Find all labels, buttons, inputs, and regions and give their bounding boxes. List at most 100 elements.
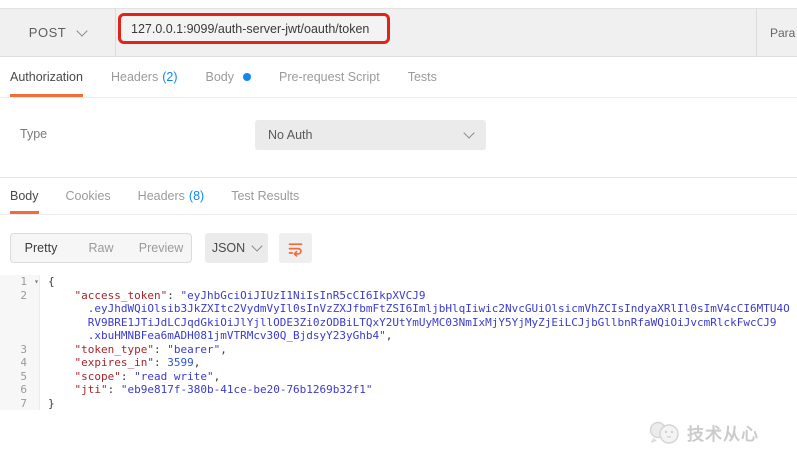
request-tab-tests[interactable]: Tests — [408, 57, 437, 97]
view-mode-group: Pretty Raw Preview — [10, 233, 192, 263]
line-number-gutter: 5 — [0, 369, 40, 383]
code-token-plain: : — [107, 383, 121, 396]
request-tab-pre-request-script[interactable]: Pre-request Script — [279, 57, 380, 97]
response-format-select[interactable]: JSON — [205, 233, 268, 263]
line-number-gutter — [0, 329, 40, 343]
code-token-plain: : — [153, 342, 168, 356]
line-number-gutter — [0, 315, 40, 329]
view-mode-preview[interactable]: Preview — [131, 234, 191, 262]
auth-type-label: Type — [20, 127, 48, 141]
request-tab-authorization[interactable]: Authorization — [10, 57, 83, 97]
code-token-plain: : — [120, 369, 135, 383]
tab-label: Body — [205, 70, 235, 84]
code-token-plain: : — [167, 288, 181, 302]
method-select[interactable]: POST — [0, 8, 116, 57]
request-tab-headers[interactable]: Headers (2) — [111, 57, 178, 97]
tab-label: Pre-request Script — [279, 70, 380, 84]
request-tabs: Authorization Headers (2) Body Pre-request S… — [0, 57, 797, 98]
code-token-plain: , — [385, 329, 393, 342]
line-number-gutter: 6 — [0, 383, 40, 397]
watermark: 技术从心 — [648, 419, 759, 446]
code-line: 2 "access_token": "eyJhbGciOiJIUzI1NiIsI… — [0, 288, 797, 303]
code-token-str: "read write" — [134, 369, 214, 383]
code-line: 4 "expires_in": 3599, — [0, 356, 797, 370]
url-text: 127.0.0.1:9099/auth-server-jwt/oauth/tok… — [131, 21, 370, 36]
code-token-plain: } — [48, 396, 55, 410]
tab-label: Body — [10, 189, 39, 203]
request-tab-body[interactable]: Body — [205, 57, 251, 97]
unsaved-dot-icon — [243, 73, 251, 81]
tab-label: Headers — [137, 189, 185, 203]
code-token-plain: { — [48, 275, 55, 288]
code-text: RV9BRE1JTiJdLCJqdGkiOiJlYjllODE3Zi0zODBi… — [40, 316, 777, 330]
tab-label: Test Results — [231, 189, 300, 203]
tab-label: Tests — [407, 70, 437, 84]
code-text: "jti": "eb9e817f-380b-41ce-be20-76b1269b… — [40, 383, 373, 397]
code-token-str: "eyJhbGciOiJIUzI1NiIsInR5cCI6IkpXVCJ9 — [180, 288, 426, 302]
code-line: .eyJhdWQiOlsib3JkZXItc2VydmVyIl0sInVzZXJ… — [0, 302, 797, 316]
code-token-num: 3599 — [167, 356, 194, 369]
params-button[interactable]: Para — [756, 8, 795, 57]
auth-type-select[interactable]: No Auth — [255, 120, 486, 150]
code-token-plain: : — [153, 356, 168, 369]
code-line: 7} — [0, 396, 797, 410]
response-tab-body[interactable]: Body — [10, 178, 39, 214]
code-line: .xbuHMNBFea6mADH081jmVTRMcv30Q_BjdsyY23y… — [0, 329, 797, 343]
line-number: 4 — [20, 356, 27, 369]
postman-window: POST 127.0.0.1:9099/auth-server-jwt/oaut… — [0, 0, 797, 468]
line-number: 2 — [20, 288, 27, 302]
code-token-str: "bearer" — [167, 342, 221, 356]
code-token-plain: , — [220, 342, 227, 356]
tab-count-badge: (8) — [188, 189, 205, 203]
wrap-text-button[interactable] — [279, 233, 312, 263]
code-text: .xbuHMNBFea6mADH081jmVTRMcv30Q_BjdsyY23y… — [40, 329, 393, 343]
code-token-str: .xbuHMNBFea6mADH081jmVTRMcv30Q_BjdsyY23y… — [87, 329, 386, 342]
line-number: 5 — [20, 369, 27, 383]
response-body-viewer: 1 ▾ {2 "access_token": "eyJhbGciOiJIUzI1Ni… — [0, 271, 797, 410]
code-line: 1 ▾ { — [0, 275, 797, 289]
code-text: { — [40, 275, 55, 289]
code-token-str: .eyJhdWQiOlsib3JkZXItc2VydmVyIl0sInVzZXJ… — [87, 302, 790, 315]
code-text: "scope": "read write", — [40, 369, 221, 384]
chevron-down-icon — [251, 240, 263, 252]
code-token-str: RV9BRE1JTiJdLCJqdGkiOiJlYjllODE3Zi0zODBi… — [87, 315, 777, 329]
response-tab-cookies[interactable]: Cookies — [66, 178, 111, 214]
fold-toggle-icon[interactable]: ▾ — [34, 275, 39, 289]
url-input[interactable]: 127.0.0.1:9099/auth-server-jwt/oauth/tok… — [118, 13, 390, 44]
code-token-str: "eb9e817f-380b-41ce-be20-76b1269b32f1" — [120, 383, 373, 396]
wrap-text-icon — [287, 240, 304, 257]
code-line: 6 "jti": "eb9e817f-380b-41ce-be20-76b126… — [0, 383, 797, 397]
code-text: "access_token": "eyJhbGciOiJIUzI1NiIsInR… — [40, 289, 426, 303]
method-label: POST — [28, 25, 67, 40]
line-number: 7 — [20, 396, 27, 410]
code-token-key: "token_type" — [74, 342, 154, 356]
response-format-value: JSON — [211, 241, 246, 255]
view-mode-raw[interactable]: Raw — [71, 234, 131, 262]
line-number-gutter: 7 — [0, 396, 40, 410]
line-number: 6 — [20, 383, 27, 396]
line-number: 1 — [20, 275, 27, 288]
code-token-key: "scope" — [74, 369, 121, 383]
watermark-logo-icon — [648, 419, 682, 446]
code-line: 3 "token_type": "bearer", — [0, 342, 797, 357]
code-text: "token_type": "bearer", — [40, 343, 227, 357]
response-tab-headers[interactable]: Headers (8) — [138, 178, 205, 214]
code-line: 5 "scope": "read write", — [0, 369, 797, 384]
code-token-key: "jti" — [74, 383, 108, 396]
code-text: .eyJhdWQiOlsib3JkZXItc2VydmVyIl0sInVzZXJ… — [40, 302, 790, 316]
view-mode-pretty[interactable]: Pretty — [11, 234, 71, 262]
tab-label: Cookies — [65, 189, 111, 203]
watermark-text: 技术从心 — [687, 425, 759, 445]
line-number-gutter: 3 — [0, 342, 40, 356]
response-tab-test-results[interactable]: Test Results — [231, 178, 299, 214]
code-token-plain: , — [193, 356, 201, 369]
code-token-key: "expires_in" — [74, 356, 154, 369]
